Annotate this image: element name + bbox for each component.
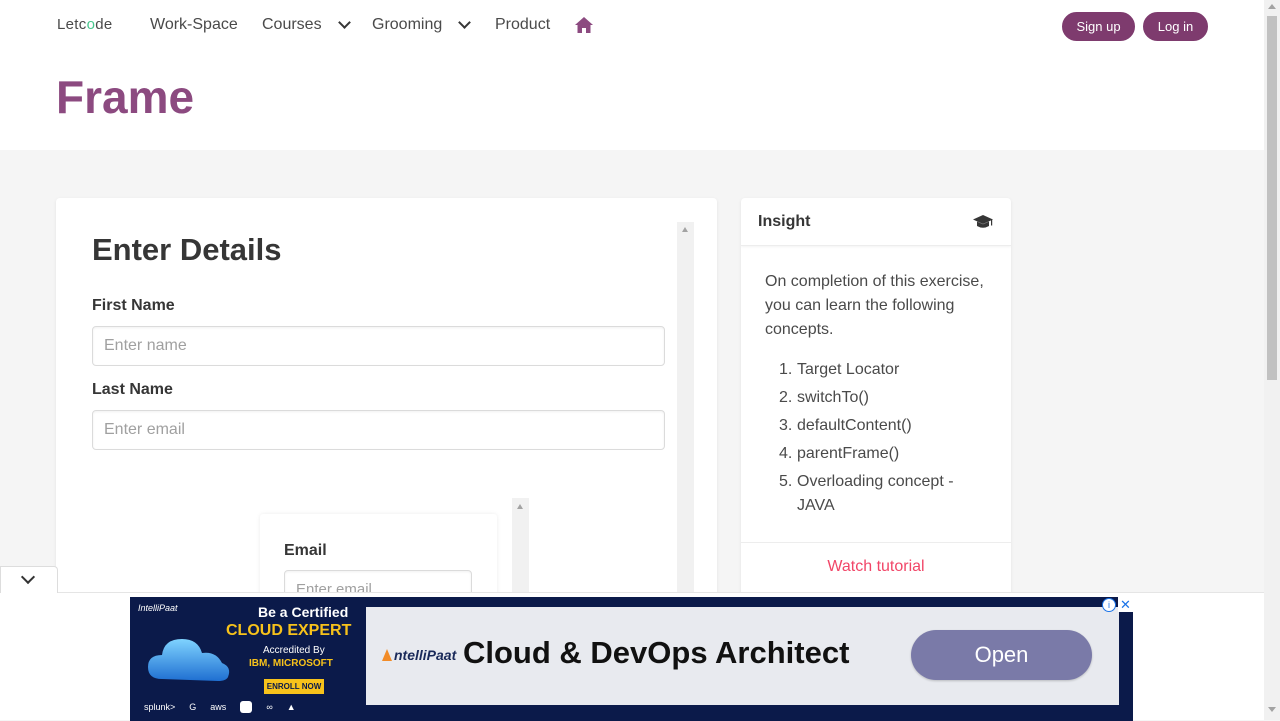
chevron-down-icon [458,15,472,29]
ad-info-icon[interactable]: i [1102,598,1116,612]
watch-tutorial-link[interactable]: Watch tutorial [741,558,1011,576]
page-title: Frame [56,71,195,123]
ad-enroll-button[interactable]: ENROLL NOW [264,679,324,694]
signup-button[interactable]: Sign up [1062,12,1135,41]
nav-product[interactable]: Product [495,16,550,34]
scroll-up-icon[interactable] [1268,4,1276,9]
ad-line3: Accredited By [263,645,325,656]
list-item: 5. Overloading concept - JAVA [779,473,954,514]
scroll-down-icon[interactable] [1268,707,1276,712]
insight-title: Insight [758,213,811,230]
ad-line1: Be a Certified [258,604,349,620]
letcode-logo[interactable]: Letcode [57,16,113,33]
frame-scrollbar[interactable] [677,222,694,598]
list-item: 4. parentFrame() [779,445,900,462]
chevron-down-icon [337,15,351,29]
graduation-cap-icon [973,215,993,228]
splunk-logo: splunk> [144,702,176,712]
scroll-up-icon[interactable] [682,227,688,232]
ad-open-button[interactable]: Open [911,630,1092,680]
login-button[interactable]: Log in [1143,12,1208,41]
scroll-up-icon[interactable] [517,504,523,509]
cloud-icon [148,639,230,681]
chevron-down-icon [20,569,36,585]
insight-header: Insight [741,198,1011,246]
aws-logo: aws [210,702,227,712]
insight-card: Insight On completion of this exercise, … [741,198,1011,598]
intellipaat-swoosh-icon [382,649,392,661]
python-logo-icon [240,701,253,713]
inner-iframe: Email [260,514,497,598]
insight-footer: Watch tutorial [741,542,1011,598]
ad-banner[interactable]: IntelliPaat Be a Certified CLOUD EXPERT … [130,597,1133,721]
ad-collapse-button[interactable] [0,566,58,593]
form-heading: Enter Details [92,232,282,267]
nav-courses-dropdown[interactable]: Courses [262,15,351,34]
ad-left-panel: IntelliPaat Be a Certified CLOUD EXPERT … [130,597,366,721]
ad-partner-logos: splunk> G aws ∞ ▲ [144,699,354,715]
home-icon[interactable] [574,16,594,34]
infinity-logo: ∞ [266,702,273,712]
ad-headline: Cloud & DevOps Architect [463,635,850,670]
top-navbar: Letcode Work-Space Courses Grooming Prod… [0,0,1264,150]
ad-line4: IBM, MICROSOFT [249,658,333,669]
gcp-logo: G [189,702,197,712]
frame-card: Enter Details First Name Last Name Email [56,198,717,598]
list-item: 1. Target Locator [779,361,900,378]
inner-frame-scrollbar[interactable] [512,498,529,598]
concepts-list: 1. Target Locator 2. switchTo() 3. defaultC… [779,358,991,522]
list-item: 3. defaultContent() [779,417,912,434]
ad-main-panel: ntelliPaat Cloud & DevOps Architect Open [366,607,1119,705]
ad-line2: CLOUD EXPERT [226,622,352,639]
last-name-input[interactable] [92,410,665,450]
email-label: Email [284,542,327,559]
page-scrollbar[interactable] [1264,0,1280,720]
insight-intro: On completion of this exercise, you can … [765,273,984,338]
last-name-label: Last Name [92,381,173,398]
ad-close-icon[interactable]: ✕ [1118,597,1133,612]
scrollbar-thumb[interactable] [1267,16,1277,380]
ad-brand-logo: ntelliPaat [382,647,456,663]
list-item: 2. switchTo() [779,389,870,406]
first-name-input[interactable] [92,326,665,366]
ad-brand-small: IntelliPaat [138,603,178,613]
nav-workspace[interactable]: Work-Space [150,16,238,34]
ad-banner-bar: IntelliPaat Be a Certified CLOUD EXPERT … [0,592,1264,721]
first-name-label: First Name [92,297,175,314]
nav-grooming-dropdown[interactable]: Grooming [372,15,472,34]
azure-logo: ▲ [286,702,296,712]
